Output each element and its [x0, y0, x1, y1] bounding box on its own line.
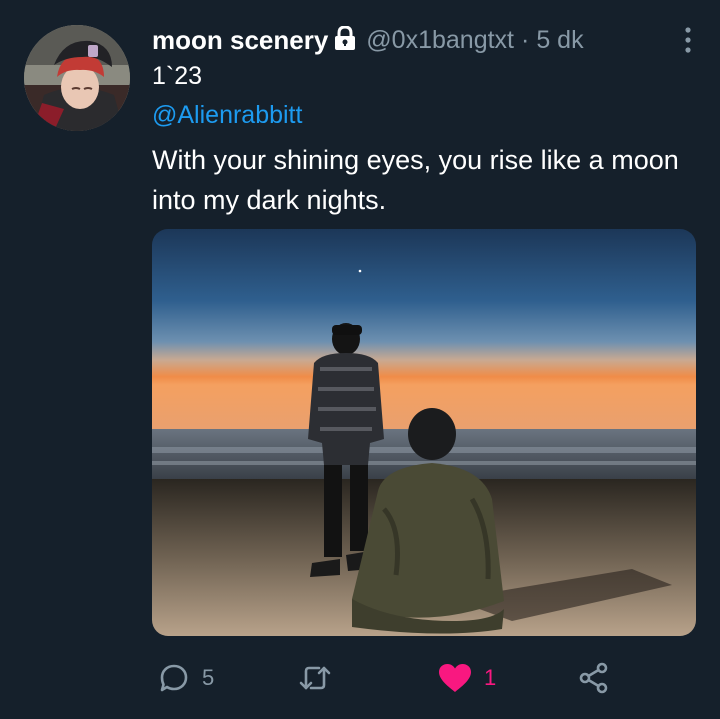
more-vertical-icon[interactable]: [684, 27, 692, 58]
tweet-text: With your shining eyes, you rise like a …: [152, 145, 679, 215]
share-icon: [579, 662, 608, 693]
share-button[interactable]: [578, 655, 610, 700]
lock-icon: [334, 24, 356, 55]
avatar-image: [24, 25, 130, 131]
beach-sunset-image: [152, 229, 696, 636]
timestamp[interactable]: 5 dk: [536, 26, 583, 55]
like-button[interactable]: 1: [438, 655, 496, 700]
heart-icon: [439, 663, 471, 692]
tweet-photo[interactable]: [152, 229, 696, 636]
tweet-actions: 5 1: [0, 655, 720, 700]
retweet-icon: [299, 666, 331, 689]
reply-count: 5: [202, 664, 215, 690]
separator: ·: [521, 25, 530, 54]
retweet-button[interactable]: [298, 655, 344, 700]
avatar[interactable]: [24, 25, 130, 131]
mention-link[interactable]: @Alienrabbitt: [152, 101, 302, 130]
tweet-header: moon scenery @0x1bangtxt · 5 dk: [152, 22, 584, 58]
like-count: 1: [484, 664, 497, 690]
reply-icon: [160, 664, 188, 691]
display-name[interactable]: moon scenery: [152, 25, 328, 56]
subtitle-text: 1`23: [152, 62, 203, 90]
handle[interactable]: @0x1bangtxt: [366, 26, 514, 55]
reply-button[interactable]: 5: [158, 655, 214, 700]
